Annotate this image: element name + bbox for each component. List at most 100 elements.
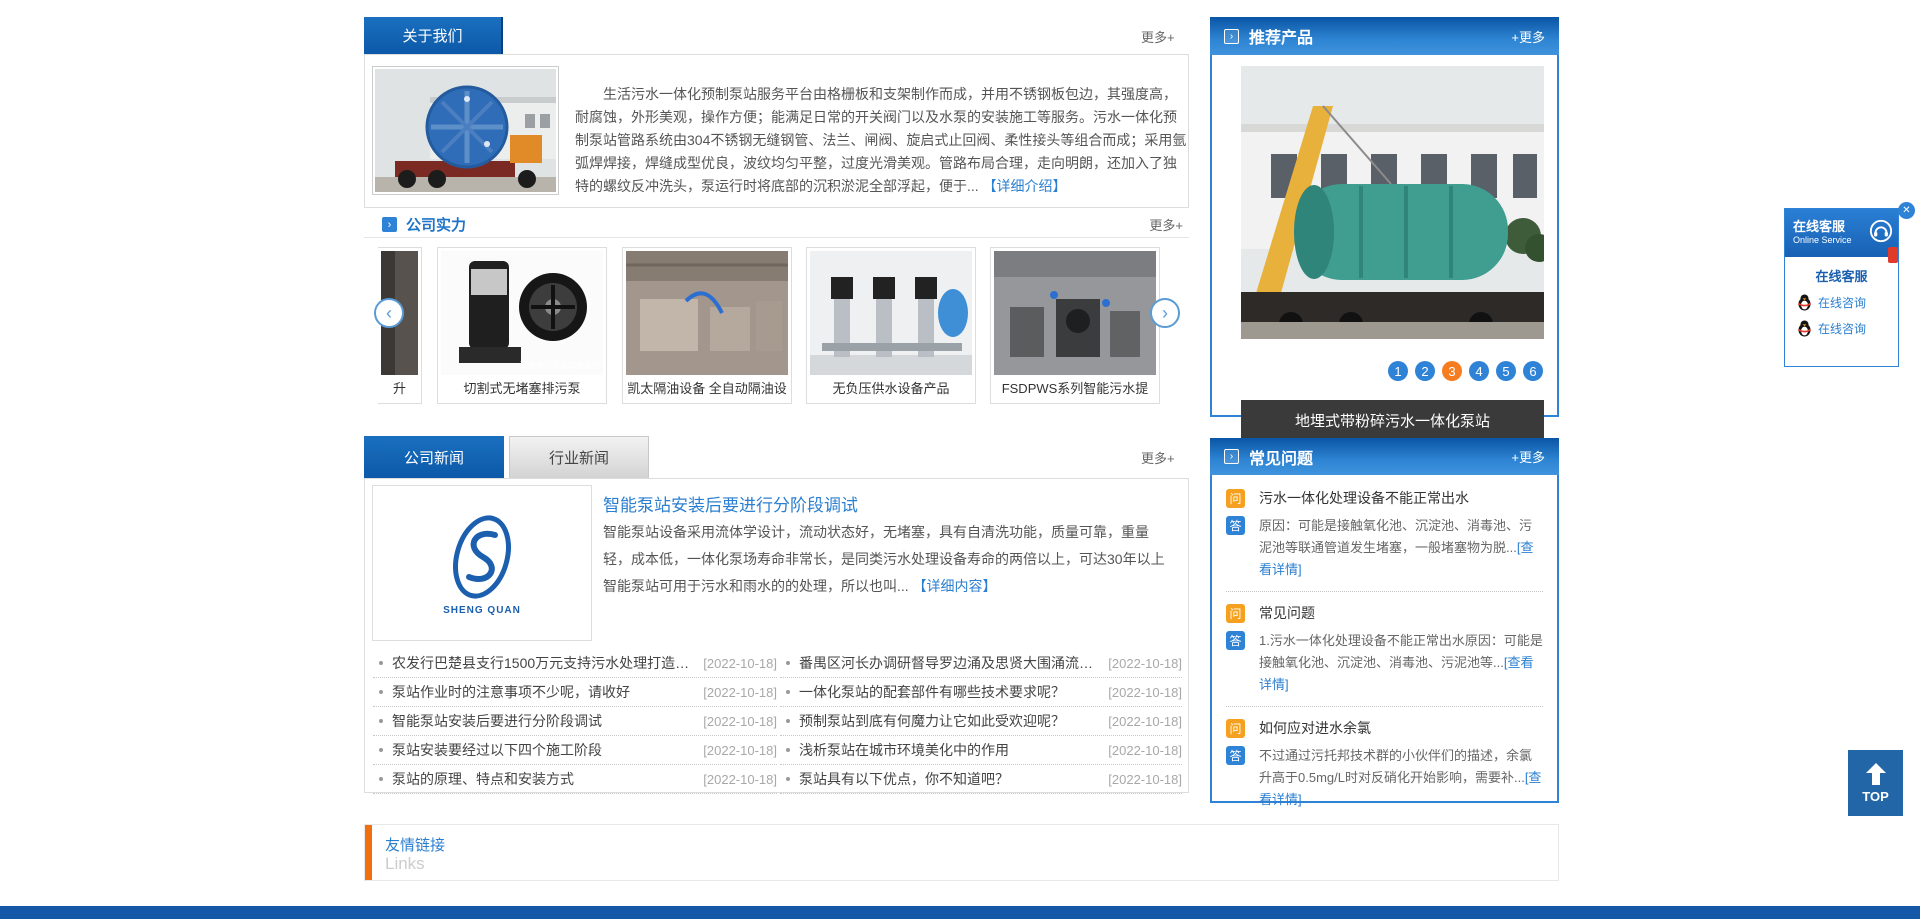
tab-about-us[interactable]: 关于我们: [364, 17, 503, 54]
faq-answer-text: 不过通过污托邦技术群的小伙伴们的描述，余氯升高于0.5mg/L时对反硝化开始影响…: [1259, 748, 1532, 785]
page-dot-5[interactable]: 5: [1496, 361, 1516, 381]
tab-company-news[interactable]: 公司新闻: [364, 436, 504, 478]
carousel-caption: 凯太隔油设备 全自动隔油设: [626, 375, 788, 403]
faq-answer-text: 1.污水一体化处理设备不能正常出水原因：可能是接触氧化池、沉淀池、消毒池、污泥池…: [1259, 633, 1543, 670]
page-dot-2[interactable]: 2: [1415, 361, 1435, 381]
chevron-right-icon[interactable]: ›: [1150, 298, 1180, 328]
faq-question[interactable]: 如何应对进水余氯: [1259, 719, 1371, 738]
bullet-icon: [786, 777, 790, 781]
service-inner-title: 在线客服: [1785, 266, 1898, 285]
carousel-caption: 无负压供水设备产品: [810, 375, 972, 403]
page-dot-4[interactable]: 4: [1469, 361, 1489, 381]
carousel-caption: 切割式无堵塞排污泵: [441, 375, 603, 403]
news-item-date: [2022-10-18]: [1108, 656, 1182, 671]
qq-consult-label: 在线咨询: [1818, 320, 1866, 337]
about-photo: [372, 66, 559, 195]
news-item[interactable]: 泵站作业时的注意事项不少呢，请收好 [2022-10-18]: [373, 678, 777, 707]
news-item-date: [2022-10-18]: [703, 714, 777, 729]
news-item[interactable]: 泵站具有以下优点，你不知道吧？ [2022-10-18]: [780, 765, 1182, 794]
bullet-icon: [379, 690, 383, 694]
news-item-title: 番禺区河长办调研督导罗边涌及思贤大围涌流域水环: [799, 653, 1102, 673]
news-more-link[interactable]: 更多+: [1141, 448, 1175, 467]
close-icon[interactable]: ✕: [1898, 202, 1915, 219]
carousel-item-sewage-lift[interactable]: FSDPWS系列智能污水提: [990, 247, 1160, 404]
answer-icon: 答: [1226, 516, 1245, 535]
product-caption[interactable]: 地埋式带粉碎污水一体化泵站: [1241, 400, 1544, 440]
friendly-links-title: 友情链接: [385, 834, 445, 855]
carousel-item-grease-separator[interactable]: 凯太隔油设备 全自动隔油设: [622, 247, 792, 404]
bullet-icon: [379, 748, 383, 752]
tab-industry-news[interactable]: 行业新闻: [509, 436, 649, 478]
online-service-header: 在线客服 Online Service: [1785, 209, 1898, 257]
qq-consult-item[interactable]: 在线咨询: [1797, 320, 1898, 337]
faq-question[interactable]: 常见问题: [1259, 604, 1315, 623]
arrow-right-icon: ›: [1224, 449, 1239, 464]
strength-carousel: 升 研磨排污泵底部截面图 切割式无堵塞排污泵: [364, 247, 1189, 405]
page-dot-3-active[interactable]: 3: [1442, 361, 1462, 381]
featured-news-logo[interactable]: SHENG QUAN: [372, 485, 592, 641]
bullet-icon: [786, 748, 790, 752]
about-detail-link[interactable]: 【详细介绍】: [983, 178, 1067, 194]
question-icon: 问: [1226, 604, 1245, 623]
carousel-item-water-supply[interactable]: 无负压供水设备产品: [806, 247, 976, 404]
headset-icon: [1869, 219, 1893, 243]
back-to-top-button[interactable]: TOP: [1848, 750, 1903, 816]
water-supply-photo: [810, 251, 972, 375]
news-item-date: [2022-10-18]: [703, 685, 777, 700]
strength-more-link[interactable]: 更多+: [1149, 215, 1183, 234]
news-item-date: [2022-10-18]: [703, 772, 777, 787]
faq-more-link[interactable]: +更多: [1511, 447, 1545, 466]
page-dot-6[interactable]: 6: [1523, 361, 1543, 381]
about-more-link[interactable]: 更多+: [1141, 27, 1175, 46]
product-photo[interactable]: [1241, 66, 1544, 339]
arrow-right-icon: ›: [1224, 29, 1239, 44]
recommended-products-panel: › 推荐产品 +更多: [1210, 17, 1559, 417]
news-item[interactable]: 智能泵站安装后要进行分阶段调试 [2022-10-18]: [373, 707, 777, 736]
news-item[interactable]: 浅析泵站在城市环境美化中的作用[2022-10-18]: [780, 736, 1182, 765]
pump-station-truck-photo: [375, 69, 556, 192]
news-list-left: 农发行巴楚县支行1500万元支持污水处理打造宜居[2022-10-18] 泵站作…: [373, 649, 777, 794]
products-title: 推荐产品: [1249, 24, 1313, 48]
grease-separator-photo: [626, 251, 788, 375]
about-paragraph-text: 生活污水一体化预制泵站服务平台由格栅板和支架制作而成，并用不锈钢板包边，其强度高…: [575, 86, 1186, 194]
carousel-caption: FSDPWS系列智能污水提: [994, 375, 1156, 403]
faq-item: 问 常见问题 答 1.污水一体化处理设备不能正常出水原因：可能是接触氧化池、沉淀…: [1226, 602, 1543, 707]
qq-consult-item[interactable]: 在线咨询: [1797, 294, 1898, 311]
pump-overlay-caption: 研磨排污泵底部截面图: [520, 360, 600, 371]
news-item-title: 预制泵站到底有何魔力让它如此受欢迎呢？: [799, 711, 1102, 731]
news-item[interactable]: 番禺区河长办调研督导罗边涌及思贤大围涌流域水环 [2022-10-18]: [780, 649, 1182, 678]
news-item-date: [2022-10-18]: [1108, 714, 1182, 729]
about-paragraph: 生活污水一体化预制泵站服务平台由格栅板和支架制作而成，并用不锈钢板包边，其强度高…: [575, 83, 1187, 198]
carousel-caption: 升: [381, 375, 418, 403]
news-item-title: 农发行巴楚县支行1500万元支持污水处理打造宜居: [392, 653, 697, 673]
collapse-tab-icon[interactable]: [1888, 247, 1898, 263]
faq-header: › 常见问题 +更多: [1210, 438, 1559, 475]
faq-panel: › 常见问题 +更多 问 污水一体化处理设备不能正常出水 答 原因：可能是接触氧…: [1210, 438, 1559, 803]
bullet-icon: [786, 719, 790, 723]
news-item-title: 智能泵站安装后要进行分阶段调试: [392, 711, 697, 731]
carousel-item-pump[interactable]: 研磨排污泵底部截面图 切割式无堵塞排污泵: [437, 247, 607, 404]
news-item[interactable]: 泵站安装要经过以下四个施工阶段[2022-10-18]: [373, 736, 777, 765]
faq-question[interactable]: 污水一体化处理设备不能正常出水: [1259, 489, 1469, 508]
shengquan-logo-icon: [437, 511, 527, 603]
news-item-date: [2022-10-18]: [1108, 772, 1182, 787]
news-list-right: 番禺区河长办调研督导罗边涌及思贤大围涌流域水环 [2022-10-18] 一体化泵…: [780, 649, 1182, 794]
products-header: › 推荐产品 +更多: [1210, 17, 1559, 55]
page-dot-1[interactable]: 1: [1388, 361, 1408, 381]
chevron-left-icon[interactable]: ‹: [374, 298, 404, 328]
news-item-title: 泵站作业时的注意事项不少呢，请收好: [392, 682, 697, 702]
news-section: SHENG QUAN 智能泵站安装后要进行分阶段调试 智能泵站设备采用流体学设计…: [364, 478, 1189, 793]
products-more-link[interactable]: +更多: [1511, 27, 1545, 46]
news-item[interactable]: 预制泵站到底有何魔力让它如此受欢迎呢？ [2022-10-18]: [780, 707, 1182, 736]
news-item-title: 泵站的原理、特点和安装方式: [392, 769, 697, 789]
news-item[interactable]: 泵站的原理、特点和安装方式 [2022-10-18]: [373, 765, 777, 794]
bullet-icon: [786, 690, 790, 694]
news-item[interactable]: 一体化泵站的配套部件有哪些技术要求呢？[2022-10-18]: [780, 678, 1182, 707]
faq-answer: 原因：可能是接触氧化池、沉淀池、消毒池、污泥池等联通管道发生堵塞，一般堵塞物为脱…: [1259, 515, 1543, 581]
featured-news-title[interactable]: 智能泵站安装后要进行分阶段调试: [603, 491, 858, 516]
question-icon: 问: [1226, 489, 1245, 508]
featured-detail-link[interactable]: 【详细内容】: [913, 578, 997, 594]
news-item-title: 泵站具有以下优点，你不知道吧？: [799, 769, 1102, 789]
news-item[interactable]: 农发行巴楚县支行1500万元支持污水处理打造宜居[2022-10-18]: [373, 649, 777, 678]
faq-item: 问 如何应对进水余氯 答 不过通过污托邦技术群的小伙伴们的描述，余氯升高于0.5…: [1226, 717, 1543, 821]
